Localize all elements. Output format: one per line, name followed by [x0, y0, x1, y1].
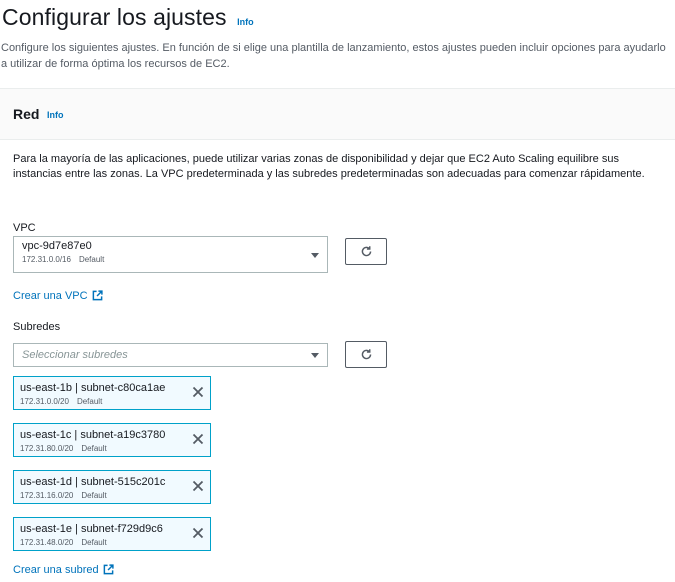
create-subnet-link-label: Crear una subred — [13, 564, 99, 576]
subnet-token-cidr: 172.31.80.0/20 — [20, 444, 74, 453]
subnet-token-name: us-east-1e | subnet-f729d9c6 — [20, 523, 163, 535]
subnet-token-tag: Default — [76, 397, 103, 406]
subnets-placeholder: Seleccionar subredes — [22, 349, 128, 361]
vpc-label: VPC — [13, 222, 36, 234]
external-link-icon — [103, 564, 114, 575]
caret-down-icon — [311, 253, 319, 258]
network-panel-title: Red — [13, 106, 40, 122]
refresh-icon — [361, 246, 372, 257]
external-link-icon — [92, 290, 103, 301]
close-icon[interactable] — [192, 480, 204, 492]
page-info-link[interactable]: Info — [237, 17, 254, 27]
subnet-token-name: us-east-1c | subnet-a19c3780 — [20, 429, 166, 441]
subnet-token: us-east-1b | subnet-c80ca1ae 172.31.0.0/… — [13, 376, 211, 410]
subnets-refresh-button[interactable] — [345, 341, 387, 368]
refresh-icon — [361, 349, 372, 360]
close-icon[interactable] — [192, 386, 204, 398]
subnet-token-tag: Default — [81, 491, 107, 500]
create-vpc-link[interactable]: Crear una VPC — [13, 290, 103, 302]
subnet-token-cidr: 172.31.16.0/20 — [20, 491, 74, 500]
subnet-token-tag: Default — [81, 538, 107, 547]
page-description: Configure los siguientes ajustes. En fun… — [1, 42, 666, 70]
network-info-link[interactable]: Info — [47, 110, 64, 120]
network-description: Para la mayoría de las aplicaciones, pue… — [13, 153, 645, 180]
subnet-token-tag: Default — [81, 444, 107, 453]
vpc-selected-value: vpc-9d7e87e0 — [22, 240, 92, 252]
network-panel: Red Info Para la mayoría de las aplicaci… — [0, 88, 675, 582]
subnets-select[interactable]: Seleccionar subredes — [13, 343, 328, 367]
subnet-token: us-east-1d | subnet-515c201c 172.31.16.0… — [13, 470, 211, 504]
vpc-selected-details: 172.31.0.0/16 Default — [22, 255, 104, 264]
page-header: Configurar los ajustes Info — [2, 4, 674, 31]
vpc-refresh-button[interactable] — [345, 238, 387, 265]
vpc-default-tag: Default — [78, 255, 105, 264]
subnets-label: Subredes — [13, 321, 61, 333]
subnet-token: us-east-1c | subnet-a19c3780 172.31.80.0… — [13, 423, 211, 457]
subnet-token-cidr: 172.31.0.0/20 — [20, 397, 69, 406]
create-vpc-link-label: Crear una VPC — [13, 290, 88, 302]
subnet-token-details: 172.31.48.0/20 Default — [20, 538, 107, 547]
vpc-cidr: 172.31.0.0/16 — [22, 255, 71, 264]
subnet-token-details: 172.31.0.0/20 Default — [20, 397, 102, 406]
vpc-select[interactable]: vpc-9d7e87e0 172.31.0.0/16 Default — [13, 236, 328, 273]
subnet-token-cidr: 172.31.48.0/20 — [20, 538, 74, 547]
caret-down-icon — [311, 353, 319, 358]
subnet-token-details: 172.31.16.0/20 Default — [20, 491, 107, 500]
page-title: Configurar los ajustes — [2, 4, 227, 30]
subnet-token-name: us-east-1b | subnet-c80ca1ae — [20, 382, 166, 394]
subnet-token-details: 172.31.80.0/20 Default — [20, 444, 107, 453]
subnet-token: us-east-1e | subnet-f729d9c6 172.31.48.0… — [13, 517, 211, 551]
subnet-token-name: us-east-1d | subnet-515c201c — [20, 476, 166, 488]
close-icon[interactable] — [192, 527, 204, 539]
close-icon[interactable] — [192, 433, 204, 445]
configure-settings-page: Configurar los ajustes Info Configure lo… — [0, 0, 675, 582]
network-panel-header: Red Info — [0, 89, 675, 140]
create-subnet-link[interactable]: Crear una subred — [13, 564, 114, 576]
